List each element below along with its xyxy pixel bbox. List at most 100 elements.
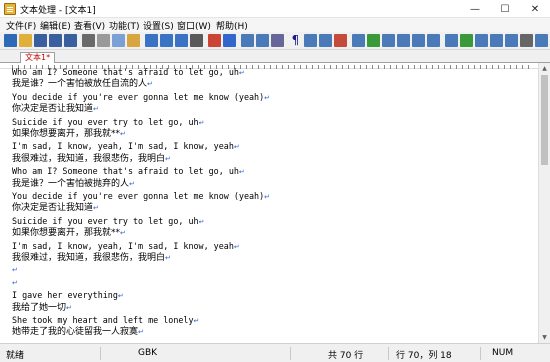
line-text: 我很难过，我知道，我很悲伤，我明白 — [12, 153, 166, 164]
replace-icon[interactable] — [160, 34, 173, 47]
menu-file[interactable]: 文件(F) — [6, 19, 36, 32]
paragraph-icon[interactable]: ¶ — [289, 34, 302, 47]
status-num-lock: NUM — [492, 348, 514, 358]
menu-window[interactable]: 窗口(W) — [177, 19, 211, 32]
status-total-lines: 共 70 行 — [328, 351, 364, 361]
menu-help[interactable]: 帮助(H) — [216, 19, 248, 32]
editor-line: You decide if you're ever gonna let me k… — [12, 91, 270, 104]
copy-icon[interactable] — [112, 34, 125, 47]
ruler-tick — [246, 65, 247, 69]
link-icon[interactable] — [304, 34, 317, 47]
find-icon[interactable] — [145, 34, 158, 47]
grid-icon[interactable] — [412, 34, 425, 47]
title-bar: 文本处理 - [文本1] — ☐ ✕ — [0, 0, 550, 18]
editor-line: I'm sad, I know, yeah, I'm sad, I know, … — [12, 240, 240, 253]
line-text: 你决定是否让我知道 — [12, 104, 94, 115]
editor-line: 我是谁？一个害怕被抛弃的人↵ — [12, 178, 135, 191]
check-icon[interactable] — [367, 34, 380, 47]
ruler-tick — [432, 65, 433, 69]
help-icon[interactable] — [535, 34, 548, 47]
redo-icon[interactable] — [223, 34, 236, 47]
ruler-tick — [456, 65, 457, 69]
format2-icon[interactable] — [352, 34, 365, 47]
ruler-tick — [336, 65, 337, 69]
list-icon[interactable] — [397, 34, 410, 47]
tab-document-1[interactable]: 文本1* — [20, 52, 56, 63]
paragraph-mark-icon: ↵ — [165, 254, 171, 262]
text-icon[interactable] — [382, 34, 395, 47]
ruler-tick — [258, 65, 259, 69]
open-folder-icon[interactable] — [19, 34, 32, 47]
tool-icon[interactable] — [256, 34, 269, 47]
ruler-tick — [414, 65, 415, 69]
highlight-icon[interactable] — [319, 34, 332, 47]
maximize-button[interactable]: ☐ — [490, 0, 520, 18]
paragraph-mark-icon: ↵ — [12, 266, 18, 275]
format-icon[interactable] — [271, 34, 284, 47]
editor-line: 如果你想要离开，那我就**↵ — [12, 227, 126, 240]
menu-function[interactable]: 功能(T) — [109, 19, 140, 32]
ruler-tick — [384, 65, 385, 69]
ruler-tick — [300, 65, 301, 69]
scroll-down-arrow-icon[interactable]: ▼ — [539, 332, 550, 343]
text-editor[interactable]: Who am I? Someone that's afraid to let g… — [0, 63, 538, 343]
status-ready: 就绪 — [6, 351, 25, 361]
print-icon[interactable] — [82, 34, 95, 47]
close-button[interactable]: ✕ — [520, 0, 550, 18]
undo-icon[interactable] — [208, 34, 221, 47]
line-text: 你决定是否让我知道 — [12, 203, 94, 214]
ruler-tick — [276, 65, 277, 69]
status-divider — [480, 347, 481, 360]
ruler-tick — [348, 65, 349, 69]
save-icon[interactable] — [34, 34, 47, 47]
paragraph-mark-icon: ↵ — [198, 217, 205, 226]
binoculars-icon[interactable] — [190, 34, 203, 47]
line-text: Who am I? Someone that's afraid to let g… — [12, 67, 239, 77]
ruler-tick — [516, 65, 517, 69]
new-file-icon[interactable] — [4, 34, 17, 47]
editor-line: ↵ — [12, 264, 18, 277]
paste-icon[interactable] — [127, 34, 140, 47]
run-icon[interactable] — [490, 34, 503, 47]
edit-icon[interactable] — [334, 34, 347, 47]
ruler-tick — [390, 65, 391, 69]
table-icon[interactable] — [241, 34, 254, 47]
minimize-button[interactable]: — — [460, 0, 490, 18]
status-bar: 就绪 GBK 共 70 行 行 70，列 18 NUM — [0, 343, 550, 362]
paragraph-mark-icon: ↵ — [165, 154, 171, 163]
calendar-icon[interactable] — [427, 34, 440, 47]
ruler-tick — [318, 65, 319, 69]
line-text: 她带走了我的心徒留我一人寂寞 — [12, 327, 139, 338]
save-all-icon[interactable] — [49, 34, 62, 47]
scroll-up-arrow-icon[interactable]: ▲ — [539, 63, 550, 74]
filter-icon[interactable] — [475, 34, 488, 47]
vertical-scrollbar[interactable]: ▲ ▼ — [538, 63, 550, 343]
ruler-tick — [366, 65, 367, 69]
ruler-tick — [480, 65, 481, 69]
line-text: 我是谁？一个害怕被放任自流的人 — [12, 79, 148, 90]
cut-icon[interactable] — [97, 34, 110, 47]
find-next-icon[interactable] — [175, 34, 188, 47]
ruler-tick — [396, 65, 397, 69]
menu-settings[interactable]: 设置(S) — [143, 19, 174, 32]
ruler-tick — [270, 65, 271, 69]
line-text: 如果你想要离开，那我就** — [12, 129, 121, 139]
export-icon[interactable] — [460, 34, 473, 47]
status-divider — [290, 347, 291, 360]
menu-view[interactable]: 查看(V) — [74, 19, 105, 32]
editor-line: 你决定是否让我知道↵ — [12, 103, 99, 116]
sort-icon[interactable] — [505, 34, 518, 47]
editor-line: Suicide if you ever try to let go, uh↵ — [12, 116, 204, 129]
arrow-icon[interactable] — [445, 34, 458, 47]
editor-line: 我给了她一切↵ — [12, 302, 72, 315]
line-text: She took my heart and left me lonely — [12, 315, 194, 325]
save-as-icon[interactable] — [64, 34, 77, 47]
menu-edit[interactable]: 编辑(E) — [40, 19, 71, 32]
ruler-tick — [288, 65, 289, 69]
scrollbar-thumb[interactable] — [541, 75, 548, 165]
options-icon[interactable] — [520, 34, 533, 47]
ruler-tick — [294, 65, 295, 69]
editor-line: You decide if you're ever gonna let me k… — [12, 190, 270, 203]
ruler-tick — [498, 65, 499, 69]
paragraph-mark-icon: ↵ — [117, 292, 124, 301]
